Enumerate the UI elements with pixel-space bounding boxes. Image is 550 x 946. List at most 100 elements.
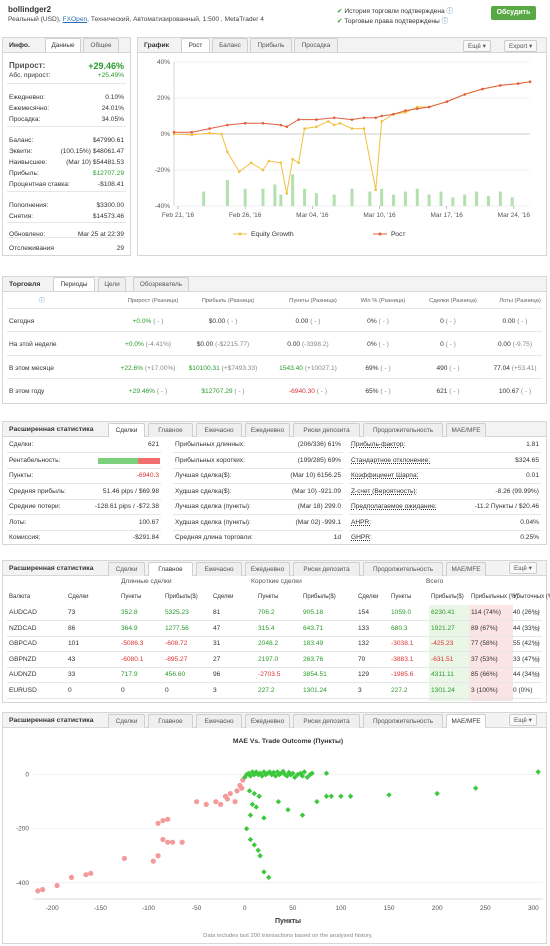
- symbol-cell: 227.2: [258, 686, 275, 694]
- symbol-cell: 3: [213, 686, 217, 694]
- tab-browser[interactable]: Обозреватель: [133, 277, 189, 291]
- tab-deposit-risk[interactable]: Риски депозита: [293, 423, 360, 437]
- broker-link[interactable]: FXOpen: [63, 16, 88, 23]
- stat-row: Стандартное отклонение: $324.65: [3, 456, 546, 466]
- stat-label[interactable]: Коэффициент Шарпа:: [351, 471, 418, 481]
- profit-point: [261, 815, 267, 821]
- stat-value: -11.2 Пункты / $20.46: [474, 503, 539, 510]
- tab-daily[interactable]: Ежедневно: [245, 423, 290, 437]
- x-tick-label: 300: [528, 905, 539, 912]
- tab-periods[interactable]: Периоды: [53, 277, 95, 291]
- tab-main[interactable]: Главное: [148, 714, 193, 728]
- stats2-more-dropdown[interactable]: Ещё ▾: [509, 562, 537, 574]
- help-icon[interactable]: ⓘ: [39, 296, 45, 306]
- discuss-button[interactable]: Обсудить: [491, 6, 536, 20]
- chart-icon[interactable]: ▱: [533, 624, 539, 634]
- trading-win-diff: ( - ): [378, 341, 389, 348]
- growth-point: [374, 116, 378, 120]
- graph-more-dropdown[interactable]: Ещё ▾: [463, 40, 491, 52]
- symbol-name: AUDCAD: [9, 609, 37, 616]
- trading-lots-diff: ( - ): [517, 318, 528, 325]
- trading-win-diff: ( - ): [380, 388, 391, 395]
- tab-duration[interactable]: Продолжительность: [363, 714, 443, 728]
- tab-duration[interactable]: Продолжительность: [363, 423, 443, 437]
- stat-label[interactable]: GHPR:: [351, 533, 372, 543]
- tab-trades[interactable]: Сделки: [108, 423, 145, 437]
- trading-lots-cell: 0.00 (-9.75): [480, 340, 550, 350]
- chart-icon[interactable]: ▱: [533, 639, 539, 649]
- trading-profit-cell: $12707.29 ( - ): [188, 387, 258, 397]
- volume-bar: [291, 174, 295, 206]
- tab-main[interactable]: Главное: [148, 562, 193, 576]
- tab-hourly[interactable]: Ежечасно: [196, 423, 242, 437]
- trading-win-cell: 65% ( - ): [343, 387, 413, 397]
- tab-deposit-risk[interactable]: Риски депозита: [293, 562, 360, 576]
- stats2-more-label: Ещё: [514, 565, 527, 572]
- symbol-cell: -3883.1: [391, 655, 414, 663]
- chart-icon[interactable]: ▱: [533, 608, 539, 618]
- trading-pips-diff: ( - ): [310, 318, 321, 325]
- trading-gain-cell: +22.6% (+17.00%): [113, 364, 183, 374]
- stats-mae-panel: Расширенная статистика Сделки Главное Ежеч…: [2, 712, 547, 944]
- tab-data[interactable]: Данные: [45, 38, 81, 52]
- profit-point: [323, 793, 330, 799]
- trading-header: Торговля Периоды Цели Обозреватель: [3, 277, 546, 292]
- volume-bar: [427, 194, 431, 206]
- symbol-row: GBPCAD 101 -5086.3 -608.72 31 2048.2 183.49 132…: [3, 639, 546, 649]
- profit-point: [535, 769, 541, 775]
- trading-trades-cell: 621 ( - ): [413, 387, 483, 397]
- tab-hourly[interactable]: Ежечасно: [196, 562, 242, 576]
- legend-label[interactable]: Equity Growth: [251, 231, 294, 238]
- growth-point: [404, 109, 407, 112]
- chart-icon[interactable]: ▱: [533, 655, 539, 665]
- tab-trades[interactable]: Сделки: [108, 562, 145, 576]
- legend-label[interactable]: Рост: [391, 231, 406, 238]
- tab-daily[interactable]: Ежедневно: [245, 714, 290, 728]
- tab-growth[interactable]: Рост: [181, 38, 210, 52]
- x-tick-label: 200: [432, 905, 443, 912]
- stat-label[interactable]: Прибыль-фактор:: [351, 440, 405, 450]
- loss-point: [35, 888, 41, 894]
- trading-win-value: 65%: [365, 388, 379, 395]
- tab-mae-mfe[interactable]: MAE/MFE: [446, 714, 486, 728]
- tab-hourly[interactable]: Ежечасно: [196, 714, 242, 728]
- tab-mae-mfe[interactable]: MAE/MFE: [446, 562, 486, 576]
- tab-goals[interactable]: Цели: [98, 277, 126, 291]
- symbol-cell: 1277.56: [165, 624, 189, 632]
- drawdown-row-label: Просадка:: [9, 116, 41, 123]
- interest-row: Процентная ставка: -$108.41: [3, 180, 130, 190]
- info-icon[interactable]: ⓘ: [447, 8, 454, 15]
- volume-bar: [498, 191, 502, 206]
- symbol-cell: 37 (53%): [471, 655, 498, 663]
- stat-label[interactable]: Предполагаемое ожидание:: [351, 502, 437, 512]
- stats3-more-dropdown[interactable]: Ещё ▾: [509, 714, 537, 726]
- tab-deposit-risk[interactable]: Риски депозита: [293, 714, 360, 728]
- highest-row-label: Наивысшее:: [9, 159, 48, 166]
- symbol-cell: -425.23: [431, 640, 454, 647]
- verified-history-label: История торговли подтверждена: [344, 8, 445, 15]
- symbols-col-header: Прибыль($): [431, 594, 464, 600]
- info-icon[interactable]: ⓘ: [442, 18, 449, 25]
- stat-label[interactable]: Стандартное отклонение:: [351, 456, 430, 466]
- tab-duration[interactable]: Продолжительность: [363, 562, 443, 576]
- tab-drawdown[interactable]: Просадка: [294, 38, 338, 52]
- trading-win-cell: 69% ( - ): [343, 364, 413, 374]
- stat-label[interactable]: Z-счет (Вероятность):: [351, 487, 417, 497]
- tab-trades[interactable]: Сделки: [108, 714, 145, 728]
- trading-lots-value: 100.67: [498, 388, 520, 395]
- legend-marker: [238, 232, 242, 236]
- trading-lots-cell: 100.67 ( - ): [480, 387, 550, 397]
- chart-icon[interactable]: ▱: [533, 670, 539, 680]
- export-dropdown[interactable]: Export ▾: [504, 40, 538, 52]
- stat-label[interactable]: AHPR:: [351, 518, 371, 528]
- growth-point: [362, 116, 366, 120]
- equity-growth-point: [279, 161, 283, 165]
- tab-balance[interactable]: Баланс: [212, 38, 248, 52]
- tab-main[interactable]: Главное: [148, 423, 193, 437]
- tab-mae-mfe[interactable]: MAE/MFE: [446, 423, 486, 437]
- tab-profit[interactable]: Прибыль: [250, 38, 292, 52]
- volume-bar: [403, 191, 407, 206]
- profit-point: [328, 793, 335, 799]
- tab-daily[interactable]: Ежедневно: [245, 562, 290, 576]
- tab-general[interactable]: Общее: [83, 38, 119, 52]
